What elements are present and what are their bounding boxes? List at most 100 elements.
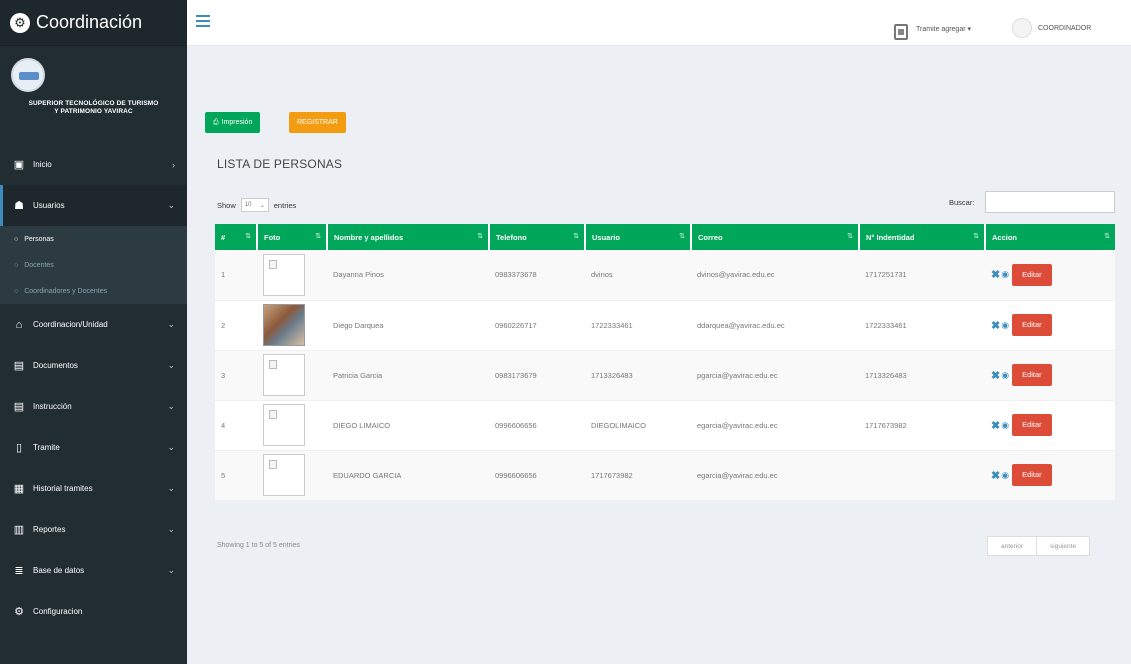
- sort-icon: ⇅: [315, 233, 321, 240]
- broken-image-icon: [269, 460, 277, 469]
- sidebar-menu: ▣ Inicio › ☗ Usuarios ⌄ ○ Personas ○ Docen…: [0, 144, 187, 632]
- view-icon[interactable]: ◉: [1001, 269, 1009, 279]
- view-icon[interactable]: ◉: [1001, 320, 1009, 330]
- file-icon: ▯: [15, 442, 23, 454]
- cell-photo: [257, 350, 327, 401]
- print-icon: ⎙: [213, 118, 219, 126]
- institution-logo: [11, 58, 45, 92]
- print-button[interactable]: ⎙ Impresión: [205, 112, 261, 133]
- edit-button[interactable]: Editar: [1012, 414, 1052, 436]
- delete-icon[interactable]: ✖: [991, 269, 1000, 281]
- col-number[interactable]: # ⇅: [215, 224, 258, 250]
- brand[interactable]: ⚙ Coordinación: [0, 0, 187, 46]
- chevron-down-icon: ⌄: [259, 202, 265, 209]
- entries-label: entries: [273, 200, 297, 210]
- person-photo: [263, 253, 305, 296]
- col-nombre[interactable]: Nombre y apellidos ⇅: [327, 224, 490, 250]
- users-icon: ☗: [14, 200, 24, 212]
- circle-icon: ○: [14, 287, 19, 295]
- cell-phone: 0983373678: [489, 250, 585, 301]
- search-input[interactable]: [985, 191, 1115, 213]
- hamburger-menu-icon[interactable]: [196, 15, 210, 27]
- show-entries: Show 10 ⌄ entries: [217, 198, 296, 212]
- cell-identity: 1717251731: [859, 250, 985, 301]
- table-header-row: # ⇅ Foto ⇅ Nombre y apellidos ⇅ Telefono ⇅ U…: [215, 224, 1115, 250]
- entries-select[interactable]: 10 ⌄: [240, 198, 269, 212]
- usuarios-submenu: ○ Personas ○ Docentes ○ Coordinadores y Doc…: [0, 226, 187, 304]
- sidebar-item-label: Documentos: [33, 361, 78, 370]
- edit-button[interactable]: Editar: [1012, 314, 1052, 336]
- sidebar-item-base-datos[interactable]: ≣ Base de datos ⌄: [0, 550, 187, 591]
- sort-icon: ⇅: [573, 233, 579, 240]
- cell-user: DIEGOLIMAICO: [585, 400, 691, 451]
- broken-image-icon: [269, 360, 277, 369]
- cell-photo: [257, 450, 327, 501]
- submenu-label: Personas: [24, 235, 54, 243]
- cell-number: 4: [215, 400, 257, 451]
- tramite-agregar-dropdown[interactable]: Tramite agregar ▾: [916, 25, 971, 33]
- sidebar-item-coordinacion[interactable]: ⌂ Coordinacion/Unidad ⌄: [0, 304, 187, 345]
- col-identidad[interactable]: N° Indentidad ⇅: [859, 224, 986, 250]
- sidebar-item-label: Reportes: [33, 525, 66, 534]
- gear-icon: ⚙: [14, 606, 24, 618]
- submenu-item-coordinadores[interactable]: ○ Coordinadores y Docentes: [0, 278, 187, 304]
- edit-button[interactable]: Editar: [1012, 464, 1052, 486]
- col-correo[interactable]: Correo ⇅: [691, 224, 860, 250]
- sidebar-item-configuracion[interactable]: ⚙ Configuracion: [0, 591, 187, 632]
- sidebar-item-historial[interactable]: ▦ Historial tramites ⌄: [0, 468, 187, 509]
- delete-icon[interactable]: ✖: [991, 320, 1000, 332]
- documents-icon: ▤: [13, 360, 25, 372]
- view-icon[interactable]: ◉: [1001, 470, 1009, 480]
- cell-number: 3: [215, 350, 257, 401]
- cell-email: egarcia@yavirac.edu.ec: [691, 450, 859, 501]
- delete-icon[interactable]: ✖: [991, 420, 1000, 432]
- cell-phone: 0960226717: [489, 300, 585, 351]
- cell-email: pgarcia@yavirac.edu.ec: [691, 350, 859, 401]
- sidebar-item-reportes[interactable]: ▥ Reportes ⌄: [0, 509, 187, 550]
- submenu-item-docentes[interactable]: ○ Docentes: [0, 252, 187, 278]
- chevron-down-icon: ⌄: [167, 565, 175, 575]
- sidebar-item-label: Coordinacion/Unidad: [33, 320, 108, 329]
- sidebar-item-inicio[interactable]: ▣ Inicio ›: [0, 144, 187, 185]
- submenu-item-personas[interactable]: ○ Personas: [0, 226, 187, 252]
- search-label: Buscar:: [949, 198, 975, 207]
- view-icon[interactable]: ◉: [1001, 370, 1009, 380]
- page-title: LISTA DE PERSONAS: [217, 157, 343, 171]
- next-page-button[interactable]: siguiente: [1037, 537, 1089, 555]
- cell-user: 1717673982: [585, 450, 691, 501]
- user-menu[interactable]: COORDINADOR: [1038, 25, 1091, 32]
- view-icon[interactable]: ◉: [1001, 420, 1009, 430]
- edit-button[interactable]: Editar: [1012, 263, 1052, 286]
- cell-phone: 0996606656: [489, 400, 585, 451]
- col-foto[interactable]: Foto ⇅: [257, 224, 328, 250]
- chevron-right-icon: ›: [172, 159, 175, 170]
- cell-email: egarcia@yavirac.edu.ec: [691, 400, 859, 451]
- cell-name: Patricia Garcia: [327, 350, 489, 401]
- institution-name: SUPERIOR TECNOLÓGICO DE TURISMO Y PATRIM…: [0, 100, 187, 116]
- col-accion[interactable]: Accion ⇅: [985, 224, 1115, 250]
- sidebar-item-label: Configuracion: [33, 607, 83, 616]
- prev-page-button[interactable]: anterior: [988, 537, 1038, 555]
- person-photo: [263, 454, 305, 496]
- sidebar-item-tramite[interactable]: ▯ Tramite ⌄: [0, 427, 187, 468]
- sidebar-item-instruccion[interactable]: ▤ Instrucción ⌄: [0, 386, 187, 427]
- sidebar-item-documentos[interactable]: ▤ Documentos ⌄: [0, 345, 187, 386]
- edit-button[interactable]: Editar: [1012, 364, 1052, 386]
- avatar[interactable]: [1012, 18, 1032, 38]
- col-telefono[interactable]: Telefono ⇅: [489, 224, 586, 250]
- cell-phone: 0996606656: [489, 450, 585, 501]
- cell-identity: 1717673982: [859, 400, 985, 451]
- register-button[interactable]: REGISTRAR: [289, 112, 346, 133]
- table-row: 2 Diego Darquea 0960226717 1722333461 ddarqu…: [215, 300, 1115, 351]
- sort-icon: ⇅: [477, 233, 483, 240]
- col-usuario[interactable]: Usuario ⇅: [585, 224, 692, 250]
- persons-table: # ⇅ Foto ⇅ Nombre y apellidos ⇅ Telefono ⇅ U…: [215, 224, 1115, 501]
- cell-actions: ✖◉ Editar: [985, 350, 1115, 401]
- delete-icon[interactable]: ✖: [991, 470, 1000, 482]
- table-row: 5 EDUARDO GARCIA 0996606656 1717673982 egarc…: [215, 450, 1115, 501]
- table-row: 4 DIEGO LIMAICO 0996606656 DIEGOLIMAICO egar…: [215, 400, 1115, 451]
- delete-icon[interactable]: ✖: [991, 370, 1000, 382]
- show-label: Show: [217, 200, 236, 210]
- sidebar-item-usuarios[interactable]: ☗ Usuarios ⌄: [0, 185, 187, 226]
- cell-identity: [859, 450, 985, 501]
